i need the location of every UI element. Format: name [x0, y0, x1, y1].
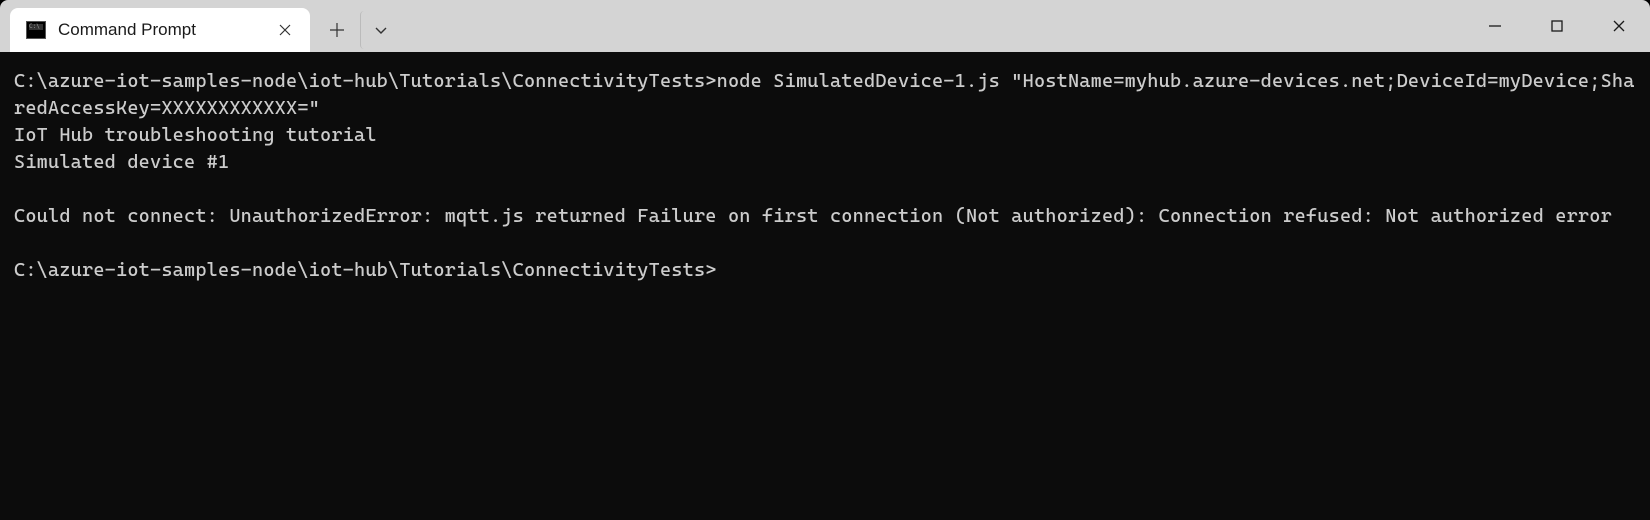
- plus-icon: [330, 23, 344, 37]
- minimize-button[interactable]: [1464, 5, 1526, 47]
- tab-command-prompt[interactable]: Command Prompt: [10, 8, 310, 52]
- close-icon: [1612, 19, 1626, 33]
- terminal-line: IoT Hub troubleshooting tutorial: [14, 122, 1636, 149]
- terminal-line: Could not connect: UnauthorizedError: mq…: [14, 203, 1636, 230]
- titlebar: Command Prompt: [0, 0, 1650, 52]
- terminal-line: [14, 230, 1636, 257]
- terminal-line: Simulated device #1: [14, 149, 1636, 176]
- terminal-body[interactable]: C:\azure-iot-samples-node\iot-hub\Tutori…: [0, 52, 1650, 520]
- window-controls: [1464, 0, 1650, 52]
- terminal-icon: [26, 21, 46, 39]
- window-close-button[interactable]: [1588, 5, 1650, 47]
- tab-title: Command Prompt: [58, 20, 262, 40]
- maximize-icon: [1550, 19, 1564, 33]
- chevron-down-icon: [374, 25, 388, 35]
- terminal-line: [14, 176, 1636, 203]
- tab-close-button[interactable]: [274, 19, 296, 41]
- terminal-line: C:\azure-iot-samples-node\iot-hub\Tutori…: [14, 257, 1636, 284]
- tab-dropdown-button[interactable]: [360, 11, 400, 49]
- new-tab-button[interactable]: [316, 11, 358, 49]
- close-icon: [279, 24, 291, 36]
- terminal-line: C:\azure-iot-samples-node\iot-hub\Tutori…: [14, 68, 1636, 122]
- minimize-icon: [1488, 19, 1502, 33]
- maximize-button[interactable]: [1526, 5, 1588, 47]
- tab-region: Command Prompt: [0, 0, 400, 52]
